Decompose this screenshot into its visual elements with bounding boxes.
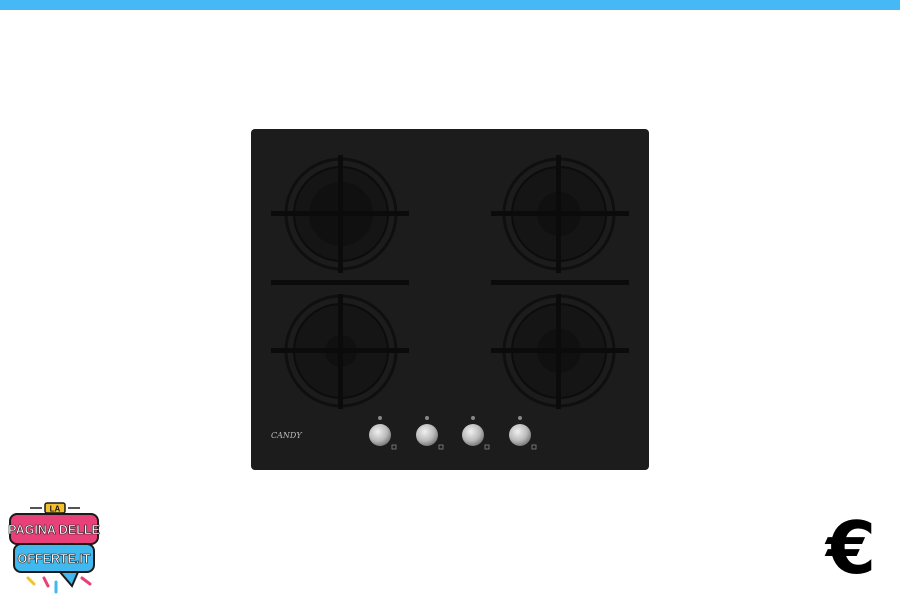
gas-hob-image: CANDY [251, 129, 649, 470]
site-logo[interactable]: LA PAGINA DELLE OFFERTE.IT [8, 500, 102, 598]
logo-line-1: LA [50, 505, 61, 514]
currency-symbol: € [826, 506, 877, 590]
brand-label: CANDY [271, 431, 302, 440]
grate-bar-right [491, 280, 629, 285]
top-accent-bar [0, 0, 900, 10]
logo-line-3: OFFERTE.IT [18, 552, 91, 566]
logo-line-2: PAGINA DELLE [8, 523, 100, 537]
grate-bar-left [271, 280, 409, 285]
